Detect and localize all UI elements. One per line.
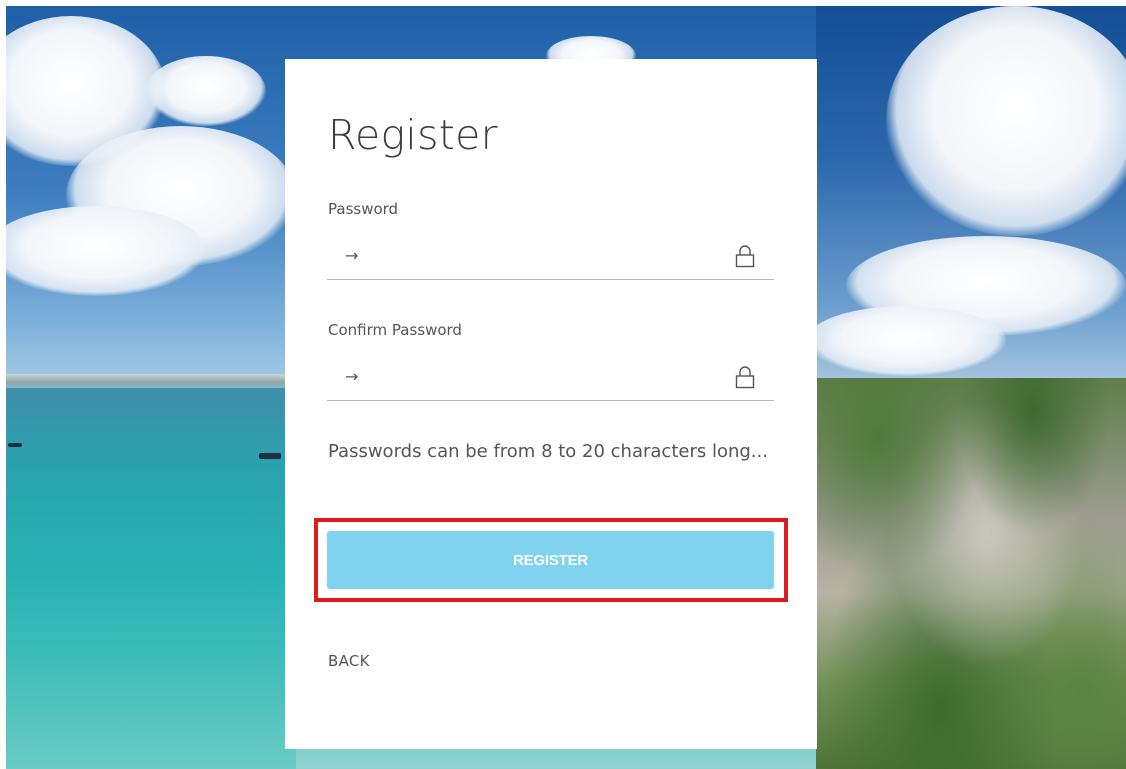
password-hint: Passwords can be from 8 to 20 characters…	[328, 441, 768, 462]
background-shoreline	[6, 374, 296, 388]
screen: Register Password → Confirm Password → P…	[0, 0, 1126, 769]
register-card: Register Password → Confirm Password → P…	[285, 59, 817, 749]
page-title: Register	[328, 111, 498, 159]
password-label: Password	[328, 200, 399, 218]
background-cloud	[6, 206, 206, 296]
register-button[interactable]: REGISTER	[327, 531, 774, 589]
back-link[interactable]: BACK	[328, 654, 370, 669]
arrow-right-icon: →	[345, 246, 359, 265]
background-boat	[259, 453, 281, 459]
password-field[interactable]: →	[327, 236, 774, 280]
password-input[interactable]	[371, 242, 711, 272]
confirm-password-input[interactable]	[371, 363, 711, 393]
background-cloud	[146, 56, 266, 126]
confirm-password-label: Confirm Password	[328, 321, 462, 339]
background-boat	[8, 443, 22, 447]
lock-icon	[735, 366, 755, 389]
confirm-password-field[interactable]: →	[327, 357, 774, 401]
lock-icon	[735, 245, 755, 268]
background-cloud	[806, 306, 1006, 376]
background-sea	[6, 388, 296, 769]
background-town	[816, 378, 1126, 769]
arrow-right-icon: →	[345, 367, 359, 386]
